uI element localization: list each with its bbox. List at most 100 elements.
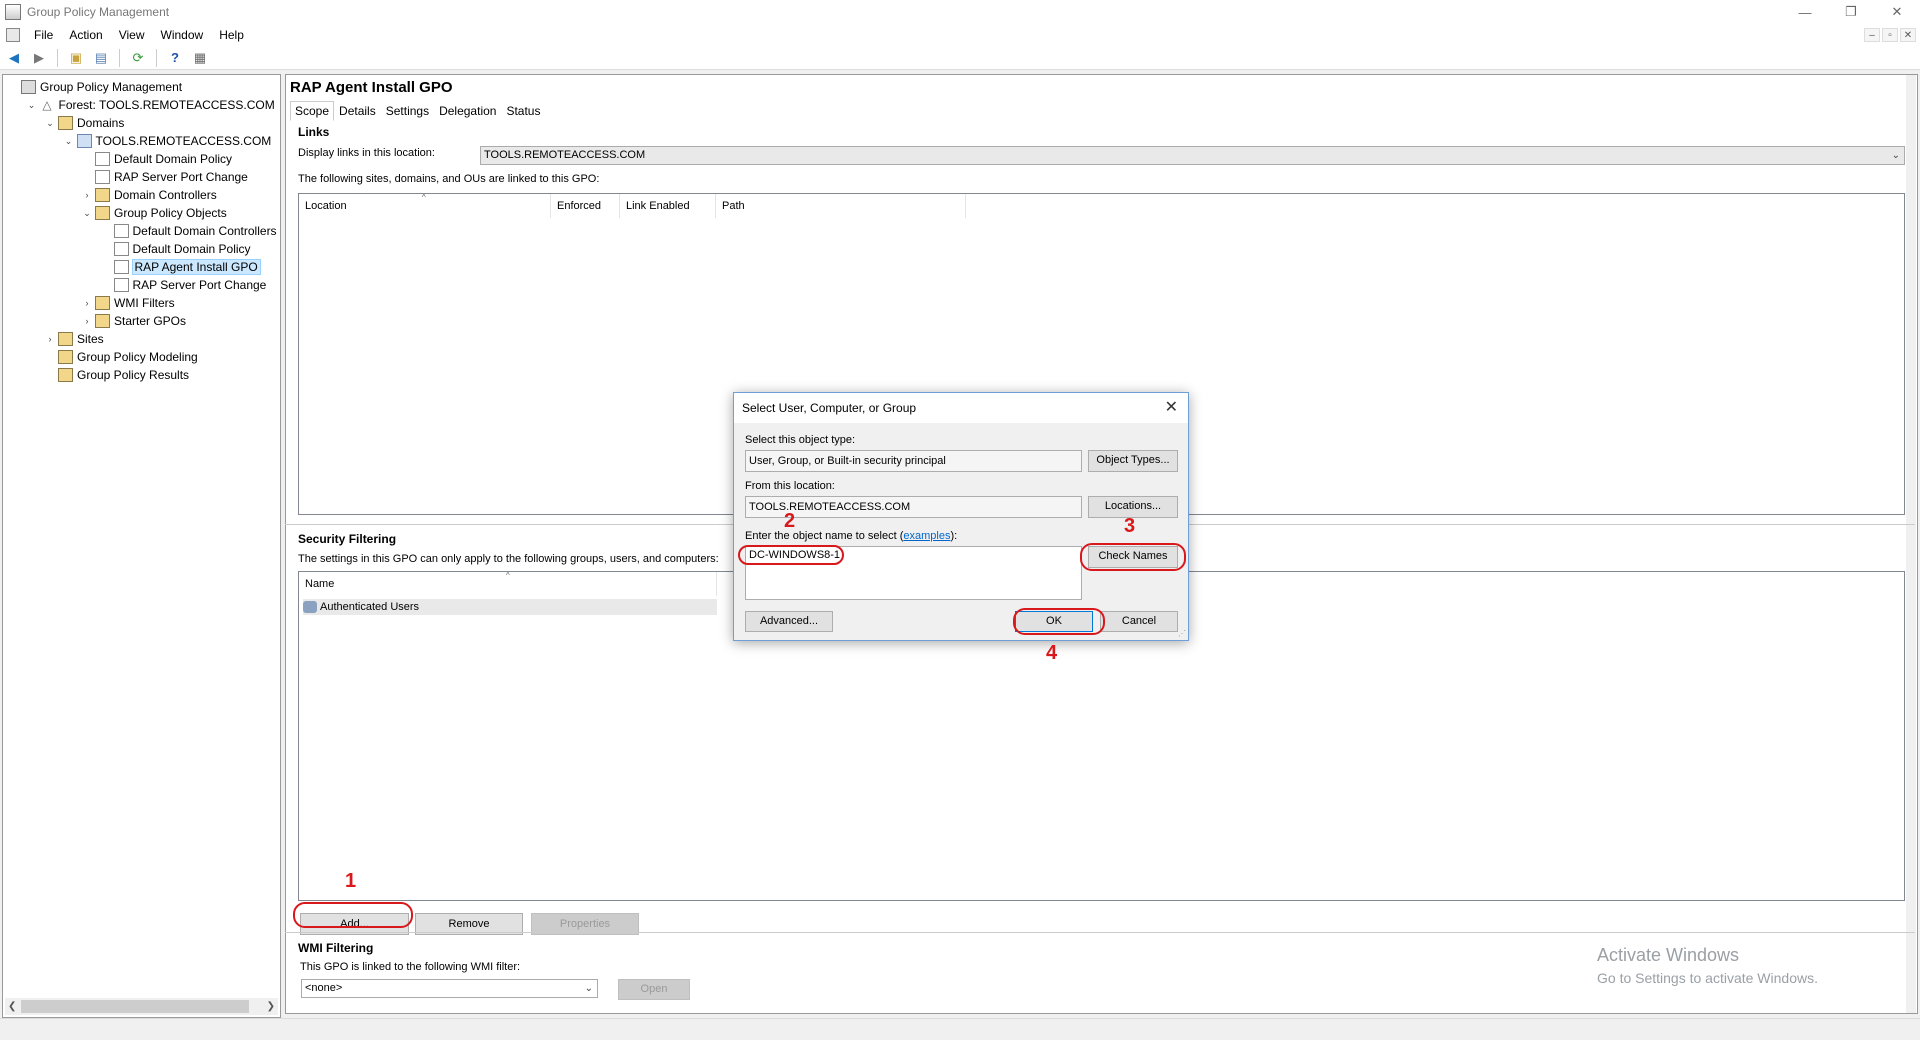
chevron-down-icon: ⌄ <box>584 983 593 994</box>
tree-item[interactable]: ⌄ TOOLS.REMOTEACCESS.COM <box>63 132 271 150</box>
annotation-oval-ok <box>1013 608 1105 635</box>
tab-settings[interactable]: Settings <box>381 101 434 121</box>
tree-item[interactable]: Group Policy Modeling <box>44 348 198 366</box>
child-restore-button[interactable]: ▫ <box>1882 28 1898 42</box>
menu-help[interactable]: Help <box>211 24 252 46</box>
close-icon[interactable]: ✕ <box>1165 393 1178 423</box>
help-icon[interactable]: ? <box>165 49 185 67</box>
tree-item-label: Default Domain Controllers Po <box>132 224 281 238</box>
annotation-number-2: 2 <box>784 510 796 532</box>
expander-chevron-icon[interactable]: › <box>81 316 93 326</box>
tree-item[interactable]: Default Domain Policy <box>81 150 232 168</box>
tree-item[interactable]: › Starter GPOs <box>81 312 186 330</box>
tree-item[interactable]: Group Policy Management <box>7 78 182 96</box>
tree-item[interactable]: ⌄ △ Forest: TOOLS.REMOTEACCESS.COM <box>26 96 275 114</box>
tree-item[interactable]: Group Policy Results <box>44 366 189 384</box>
menu-view[interactable]: View <box>111 24 153 46</box>
scroll-right-icon[interactable]: ❯ <box>267 1001 275 1012</box>
advanced-button[interactable]: Advanced... <box>745 611 833 632</box>
tree-item-label: Group Policy Management <box>40 80 183 94</box>
expander-chevron-icon[interactable]: › <box>44 334 56 344</box>
links-location-value: TOOLS.REMOTEACCESS.COM <box>484 149 646 161</box>
tab-details[interactable]: Details <box>334 101 381 121</box>
tree-item-label: RAP Agent Install GPO <box>131 259 261 275</box>
tree-item-label: Default Domain Policy <box>114 152 233 166</box>
tab-scope[interactable]: Scope <box>290 101 335 121</box>
window-title: Group Policy Management <box>27 5 170 19</box>
examples-link[interactable]: examples <box>903 530 950 542</box>
scroll-left-icon[interactable]: ❮ <box>8 1001 16 1012</box>
location-field: TOOLS.REMOTEACCESS.COM <box>745 496 1082 518</box>
menu-action[interactable]: Action <box>61 24 110 46</box>
column-enforced[interactable]: Enforced <box>551 194 620 218</box>
expander-chevron-icon[interactable]: ⌄ <box>44 118 56 129</box>
refresh-icon[interactable]: ⟳ <box>128 49 148 67</box>
resize-grip-icon[interactable]: ⋰ <box>1178 629 1186 638</box>
wmi-filter-combo[interactable]: <none> ⌄ <box>301 979 598 998</box>
open-button[interactable]: Open <box>618 979 690 1000</box>
tree-item[interactable]: RAP Server Port Change <box>81 168 248 186</box>
tree-item[interactable]: › WMI Filters <box>81 294 175 312</box>
folder-icon <box>58 350 73 364</box>
menu-file[interactable]: File <box>26 24 61 46</box>
display-links-label: Display links in this location: <box>298 147 435 159</box>
expander-chevron-icon[interactable]: ⌄ <box>26 100 38 111</box>
tree-item[interactable]: RAP Server Port Change <box>100 276 266 294</box>
details-scrollbar[interactable] <box>1906 75 1916 1013</box>
root-icon <box>21 80 36 94</box>
tree-item[interactable]: Default Domain Controllers Po <box>100 222 281 240</box>
expander-chevron-icon[interactable]: › <box>81 190 93 200</box>
expander-chevron-icon[interactable]: › <box>81 298 93 308</box>
minimize-button[interactable]: — <box>1782 0 1828 24</box>
tree-item-label: RAP Server Port Change <box>114 170 248 184</box>
links-location-combo[interactable]: TOOLS.REMOTEACCESS.COM ⌄ <box>480 146 1905 165</box>
status-bar <box>0 1018 1920 1040</box>
show-hide-tree-icon[interactable]: ▤ <box>91 49 111 67</box>
object-name-label: Enter the object name to select (example… <box>745 530 957 542</box>
tree-item[interactable]: Default Domain Policy <box>100 240 251 258</box>
title-bar: Group Policy Management — ❐ ✕ <box>0 0 1920 24</box>
tree-item[interactable]: › Domain Controllers <box>81 186 217 204</box>
expander-chevron-icon[interactable]: ⌄ <box>63 136 75 147</box>
object-type-field: User, Group, or Built-in security princi… <box>745 450 1082 472</box>
forward-arrow-icon[interactable]: ▶ <box>29 49 49 67</box>
folder-icon <box>95 188 110 202</box>
properties-icon[interactable]: ▦ <box>190 49 210 67</box>
tree-item-label: Domains <box>77 116 125 130</box>
annotation-oval-object-name <box>738 545 844 565</box>
up-folder-icon[interactable]: ▣ <box>66 49 86 67</box>
tree-item[interactable]: › Sites <box>44 330 104 348</box>
column-link-enabled[interactable]: Link Enabled <box>620 194 716 218</box>
cancel-button[interactable]: Cancel <box>1100 611 1178 632</box>
back-arrow-icon[interactable]: ◀ <box>4 49 24 67</box>
expander-chevron-icon[interactable]: ⌄ <box>81 208 93 219</box>
tab-status[interactable]: Status <box>501 101 545 121</box>
tree-item[interactable]: RAP Agent Install GPO <box>100 258 261 276</box>
tree-item[interactable]: ⌄ Group Policy Objects <box>81 204 227 222</box>
tree-item-label: Group Policy Modeling <box>77 350 198 364</box>
menu-bar: File Action View Window Help <box>0 24 1920 46</box>
splitter[interactable] <box>285 932 1915 935</box>
tree-horizontal-scrollbar[interactable]: ❮ ❯ <box>5 998 278 1015</box>
object-types-button[interactable]: Object Types... <box>1088 450 1178 472</box>
list-item[interactable]: Authenticated Users <box>303 599 717 615</box>
close-button[interactable]: ✕ <box>1874 0 1920 24</box>
scroll-thumb[interactable] <box>21 1000 249 1013</box>
column-path[interactable]: Path <box>716 194 966 218</box>
child-close-button[interactable]: ✕ <box>1900 28 1916 42</box>
restore-button[interactable]: ❐ <box>1828 0 1874 24</box>
tree-item[interactable]: ⌄ Domains <box>44 114 124 132</box>
location-label: From this location: <box>745 480 835 492</box>
wmi-filter-value: <none> <box>305 982 343 994</box>
gpo-icon <box>95 152 110 166</box>
list-item-label: Authenticated Users <box>320 601 420 613</box>
toolbar: ◀ ▶ ▣ ▤ ⟳ ? ▦ <box>0 46 1920 70</box>
tree-item-label: Group Policy Results <box>77 368 190 382</box>
app-icon <box>5 4 21 20</box>
menu-window[interactable]: Window <box>153 24 212 46</box>
tab-delegation[interactable]: Delegation <box>434 101 501 121</box>
child-minimize-button[interactable]: – <box>1864 28 1880 42</box>
console-icon[interactable] <box>6 28 20 42</box>
toolbar-separator <box>119 48 120 67</box>
tree-item-label: Sites <box>77 332 104 346</box>
